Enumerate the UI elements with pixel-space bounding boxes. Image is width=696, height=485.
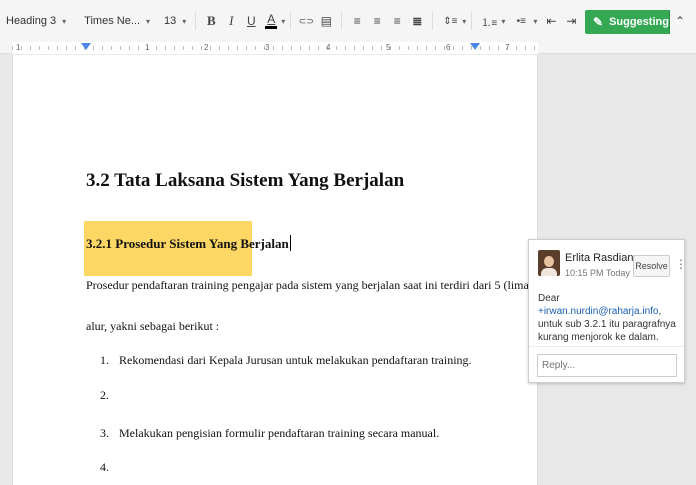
paragraph-line[interactable]: Prosedur pendaftaran training pengajar p…: [86, 278, 533, 293]
text-cursor: [289, 235, 291, 251]
link-icon[interactable]: ⊂⊃: [298, 12, 314, 30]
decrease-indent-icon[interactable]: ⇤: [543, 12, 559, 30]
justify-icon[interactable]: ≣: [409, 12, 425, 30]
toolbar-divider: [432, 12, 434, 30]
numbered-list-icon[interactable]: ⒈≡: [479, 12, 499, 30]
align-left-icon[interactable]: ≡: [349, 12, 365, 30]
ruler-number: 3: [265, 43, 270, 52]
ruler-number: 4: [326, 43, 331, 52]
list-item[interactable]: 2.: [100, 388, 116, 403]
font-size-value: 13: [164, 15, 177, 27]
list-item[interactable]: 1. Rekomendasi dari Kepala Jurusan untuk…: [100, 353, 472, 368]
collapse-toolbar-icon[interactable]: ⌃: [675, 14, 685, 28]
chevron-down-icon[interactable]: ▾: [533, 17, 537, 26]
comment-divider: [529, 346, 684, 347]
align-center-icon[interactable]: ≡: [369, 12, 385, 30]
ruler-number: 5: [386, 43, 391, 52]
suggesting-mode-button[interactable]: ✎ Suggesting ▾: [585, 10, 680, 34]
list-text: Rekomendasi dari Kepala Jurusan untuk me…: [119, 353, 472, 367]
increase-indent-icon[interactable]: ⇥: [563, 12, 579, 30]
paragraph-style-dropdown[interactable]: Heading 3 ▾: [2, 9, 70, 33]
font-family-dropdown[interactable]: Times Ne... ▾: [80, 9, 154, 33]
heading-2[interactable]: 3.2 Tata Laksana Sistem Yang Berjalan: [86, 170, 404, 192]
toolbar-divider: [341, 12, 343, 30]
ruler-number: 6: [446, 43, 451, 52]
heading-3-text: 3.2.1 Prosedur Sistem Yang Berjalan: [86, 236, 289, 251]
suggest-edit-icon: ✎: [593, 15, 604, 29]
paragraph-line[interactable]: alur, yakni sebagai berikut :: [86, 319, 219, 334]
list-number: 3.: [100, 426, 109, 440]
font-family-value: Times Ne...: [84, 15, 140, 27]
comment-body-prefix: Dear: [538, 293, 560, 304]
list-item[interactable]: 4.: [100, 460, 116, 475]
left-indent-marker[interactable]: [81, 43, 91, 50]
ruler: 1 1 2 3 4 5 6 7: [0, 42, 696, 54]
document-page[interactable]: 3.2 Tata Laksana Sistem Yang Berjalan 3.…: [12, 55, 538, 485]
more-options-icon[interactable]: ⋮: [675, 257, 687, 271]
chevron-down-icon: ▾: [182, 16, 187, 26]
chevron-down-icon: ▾: [146, 16, 151, 26]
text-color-swatch: [265, 26, 278, 29]
ruler-number: 1: [145, 43, 150, 52]
list-number: 1.: [100, 353, 109, 367]
toolbar-divider: [471, 12, 473, 30]
chevron-down-icon[interactable]: ▾: [501, 17, 505, 26]
comment-icon[interactable]: ▤: [318, 12, 334, 30]
heading-2-text: 3.2 Tata Laksana Sistem Yang Berjalan: [86, 170, 405, 191]
comment-timestamp: 10:15 PM Today: [565, 268, 630, 278]
underline-icon[interactable]: U: [243, 12, 259, 30]
list-text: Melakukan pengisian formulir pendaftaran…: [119, 426, 440, 440]
chevron-down-icon[interactable]: ▾: [462, 17, 466, 26]
avatar-body: [541, 268, 557, 276]
right-indent-marker[interactable]: [470, 43, 480, 50]
ruler-number: 1: [16, 43, 21, 52]
list-item[interactable]: 3. Melakukan pengisian formulir pendafta…: [100, 426, 439, 441]
toolbar-divider: [290, 12, 292, 30]
bulleted-list-icon[interactable]: •≡: [511, 12, 531, 30]
list-number: 4.: [100, 460, 109, 474]
comment-author: Erlita Rasdiana: [565, 252, 640, 264]
heading-3[interactable]: 3.2.1 Prosedur Sistem Yang Berjalan: [86, 235, 291, 252]
list-number: 2.: [100, 388, 109, 402]
chevron-down-icon[interactable]: ▾: [281, 17, 285, 26]
avatar: [538, 250, 560, 276]
italic-icon[interactable]: I: [223, 12, 239, 30]
line-spacing-icon[interactable]: ⇕≡: [440, 12, 460, 30]
chevron-down-icon: ▾: [62, 16, 67, 26]
reply-input[interactable]: [537, 354, 677, 377]
text-color-icon[interactable]: A: [263, 12, 279, 30]
text-color-letter: A: [267, 12, 276, 26]
font-size-dropdown[interactable]: 13 ▾: [160, 9, 190, 33]
suggesting-label: Suggesting: [609, 16, 669, 28]
ruler-number: 2: [204, 43, 209, 52]
paragraph-style-value: Heading 3: [6, 15, 57, 27]
bold-icon[interactable]: B: [203, 12, 219, 30]
comment-body: Dear +irwan.nurdin@raharja.info, untuk s…: [538, 292, 682, 344]
comment-card[interactable]: Erlita Rasdiana 10:15 PM Today Resolve ⋮…: [528, 239, 687, 383]
avatar-face: [544, 256, 554, 267]
ruler-number: 7: [505, 43, 510, 52]
align-right-icon[interactable]: ≡: [389, 12, 405, 30]
resolve-button[interactable]: Resolve: [633, 255, 670, 277]
comment-mention-link[interactable]: +irwan.nurdin@raharja.info: [538, 306, 659, 317]
toolbar-divider: [195, 12, 197, 30]
